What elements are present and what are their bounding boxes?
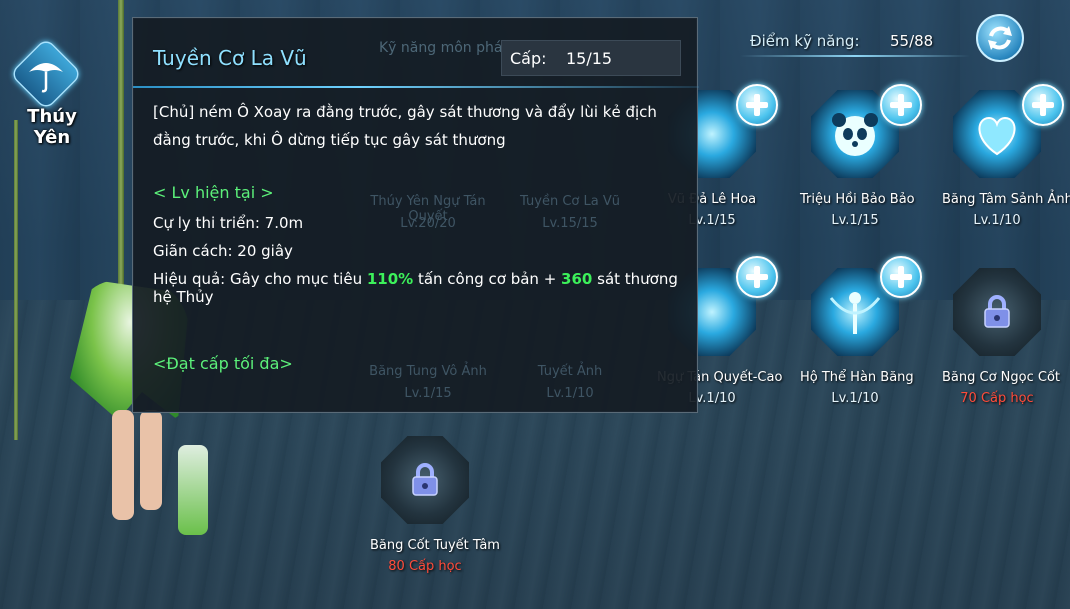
bamboo-stalk [14, 120, 18, 440]
cooldown: Giãn cách: 20 giây [153, 242, 293, 260]
ghost-skill-level: Lv.1/10 [546, 386, 594, 401]
effect-damage: 360 [561, 270, 593, 288]
effect-percent: 110% [366, 270, 414, 288]
title-divider [133, 86, 699, 88]
ghost-skill-level: Lv.20/20 [400, 216, 456, 231]
character-badge[interactable]: Thúy Yên [6, 37, 86, 148]
skill-level: Lv.1/10 [973, 213, 1021, 228]
ghost-skill-level: Lv.15/15 [542, 216, 598, 231]
effect-mid: tấn công cơ bản + [413, 270, 562, 288]
locked-skill-icon [953, 268, 1041, 356]
upgrade-plus-button[interactable] [880, 256, 922, 298]
locked-skill-icon [381, 436, 469, 524]
tooltip-level-box: Cấp: 15/15 [501, 40, 681, 76]
ghost-skill-name: Tuyết Ảnh [537, 364, 603, 379]
skill-description: [Chủ] ném Ô Xoay ra đằng trước, gây sát … [153, 103, 657, 149]
umbrella-icon [29, 63, 63, 93]
upgrade-plus-button[interactable] [736, 256, 778, 298]
points-underline [740, 55, 970, 57]
upgrade-plus-button[interactable] [736, 84, 778, 126]
skill-name: Băng Cơ Ngọc Cốt [942, 370, 1061, 385]
character-leg [140, 410, 162, 510]
skill-name: Băng Cốt Tuyết Tâm [370, 538, 500, 553]
skill-name: Hộ Thể Hàn Băng [800, 370, 914, 385]
level-value: 15/15 [566, 49, 613, 68]
skill-requirement: 80 Cấp học [388, 559, 462, 574]
effect-line: Hiệu quả: Gây cho mục tiêu 110% tấn công… [153, 270, 697, 306]
tab-header-ghost: Kỹ năng môn phái [379, 40, 507, 56]
skill-level: Lv.1/15 [831, 213, 879, 228]
tooltip-title: Tuyền Cơ La Vũ [153, 46, 307, 70]
current-level-heading: < Lv hiện tại > [153, 183, 274, 202]
max-level-note: <Đạt cấp tối đa> [153, 354, 293, 373]
character-boot [178, 445, 208, 535]
ghost-skill-name: Băng Tung Vô Ảnh [369, 364, 487, 379]
cast-range: Cự ly thi triển: 7.0m [153, 214, 304, 232]
ghost-skill-level: Lv.1/15 [404, 386, 452, 401]
skill-level: Lv.1/10 [831, 391, 879, 406]
refresh-icon [988, 26, 1012, 50]
lock-icon [984, 295, 1010, 328]
refresh-button[interactable] [976, 14, 1024, 62]
level-label: Cấp: [510, 49, 547, 68]
character-name: Thúy Yên [27, 106, 77, 148]
skill-name: Triệu Hồi Bảo Bảo [800, 192, 915, 207]
lock-icon [412, 463, 438, 496]
ghost-skill-name: Tuyền Cơ La Vũ [520, 194, 620, 209]
skill-points-label: Điểm kỹ năng: [750, 32, 860, 50]
upgrade-plus-button[interactable] [1022, 84, 1064, 126]
character-leg [112, 410, 134, 520]
skill-requirement: 70 Cấp học [960, 391, 1034, 406]
skill-bang-co-ngoc-cot[interactable]: Băng Cơ Ngọc Cốt 70 Cấp học [942, 268, 1061, 406]
skill-points-value: 55/88 [890, 32, 934, 50]
skill-name: Băng Tâm Sảnh Ảnh [942, 192, 1070, 207]
upgrade-plus-button[interactable] [880, 84, 922, 126]
skill-bang-cot-tuyet-tam[interactable]: Băng Cốt Tuyết Tâm 80 Cấp học [370, 436, 500, 574]
effect-prefix: Hiệu quả: Gây cho mục tiêu [153, 270, 367, 288]
skill-tooltip-panel: Kỹ năng môn phái Tuyền Cơ La Vũ Cấp: 15/… [132, 17, 699, 413]
